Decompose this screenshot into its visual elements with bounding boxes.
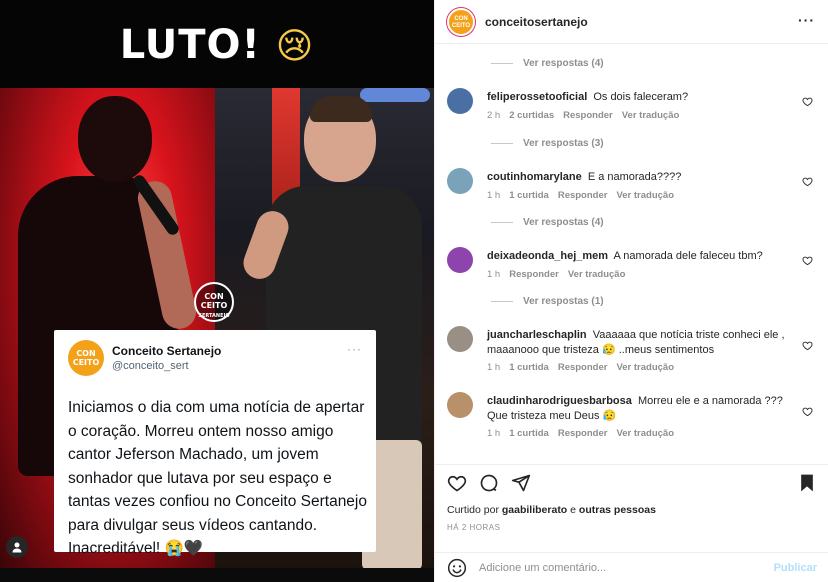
like-heart-icon[interactable]: [802, 406, 813, 417]
comment-username[interactable]: feliperossetooficial: [487, 91, 587, 103]
translate-button[interactable]: Ver tradução: [568, 269, 626, 280]
comment-content: feliperossetooficial Os dois faleceram?: [487, 90, 787, 105]
comment-text: E a namorada????: [587, 171, 682, 183]
headline: LUTO! 😢: [0, 22, 434, 68]
reply-button[interactable]: Responder: [558, 428, 608, 439]
publish-button[interactable]: Publicar: [774, 562, 817, 574]
comment-username[interactable]: claudinharodriguesbarbosa: [487, 395, 632, 407]
stage-light-blue: [360, 88, 430, 102]
tweet-text: Iniciamos o dia com uma notícia de apert…: [68, 399, 367, 557]
comment-meta: 1 h Responder Ver tradução: [487, 269, 634, 280]
commenter-avatar[interactable]: [447, 326, 473, 352]
like-heart-icon[interactable]: [802, 255, 813, 266]
crying-face-icon: 😢: [275, 26, 315, 67]
share-send-icon[interactable]: [511, 473, 531, 493]
tweet-card: CON CEITO Conceito Sertanejo @conceito_se…: [54, 330, 376, 557]
comment-content: juancharleschaplin Vaaaaaa que notícia t…: [487, 328, 787, 358]
view-replies-button[interactable]: Ver respostas (4): [491, 58, 604, 69]
comment-time: 1 h: [487, 190, 501, 201]
reply-button[interactable]: Responder: [563, 110, 613, 121]
comment-username[interactable]: juancharleschaplin: [487, 329, 587, 341]
tweet-avatar: CON CEITO: [68, 340, 104, 376]
liked-by-user[interactable]: gaabiliberato: [502, 504, 567, 516]
liked-by-others[interactable]: outras pessoas: [579, 504, 656, 516]
view-replies-button[interactable]: Ver respostas (3): [491, 138, 604, 149]
comment-input[interactable]: [479, 559, 759, 577]
view-replies-button[interactable]: Ver respostas (1): [491, 296, 604, 307]
view-replies-label: Ver respostas (4): [523, 217, 604, 228]
account-username[interactable]: conceitosertanejo: [485, 15, 588, 29]
post-actions: [435, 464, 828, 496]
comments-list[interactable]: Ver respostas (4) feliperossetooficial O…: [435, 44, 828, 464]
post-side-panel: CON CEITO conceitosertanejo ··· Ver respo…: [434, 0, 828, 582]
like-heart-icon[interactable]: [802, 176, 813, 187]
liked-by-mid: e: [570, 504, 576, 516]
like-heart-icon[interactable]: [447, 473, 467, 493]
comment-content: claudinharodriguesbarbosa Morreu ele e a…: [487, 394, 787, 424]
singer-right-hair: [310, 96, 372, 122]
commenter-avatar[interactable]: [447, 88, 473, 114]
bookmark-save-icon[interactable]: [797, 473, 817, 493]
comment-time: 1 h: [487, 362, 501, 373]
comment-time: 1 h: [487, 428, 501, 439]
commenter-avatar[interactable]: [447, 392, 473, 418]
view-replies-label: Ver respostas (1): [523, 296, 604, 307]
liked-by-prefix: Curtido por: [447, 504, 499, 516]
image-bottom-band: [0, 568, 434, 582]
view-replies-label: Ver respostas (3): [523, 138, 604, 149]
view-replies-button[interactable]: Ver respostas (4): [491, 217, 604, 228]
more-options-icon[interactable]: ···: [798, 12, 815, 28]
more-icon: ···: [347, 342, 362, 356]
translate-button[interactable]: Ver tradução: [622, 110, 680, 121]
post-header: CON CEITO conceitosertanejo ···: [435, 0, 828, 44]
comment-text: A namorada dele faleceu tbm?: [613, 250, 763, 262]
comment-likes[interactable]: 1 curtida: [509, 428, 549, 439]
commenter-avatar[interactable]: [447, 168, 473, 194]
commenter-avatar[interactable]: [447, 247, 473, 273]
tweet-author-handle: @conceito_sert: [112, 360, 189, 372]
comment-meta: 1 h 1 curtida Responder Ver tradução: [487, 190, 683, 201]
comment-likes[interactable]: 1 curtida: [509, 362, 549, 373]
comment-username[interactable]: deixadeonda_hej_mem: [487, 250, 608, 262]
comment-likes[interactable]: 2 curtidas: [509, 110, 554, 121]
comment-username[interactable]: coutinhomarylane: [487, 171, 582, 183]
translate-button[interactable]: Ver tradução: [616, 190, 674, 201]
reply-button[interactable]: Responder: [509, 269, 559, 280]
comment-content: deixadeonda_hej_mem A namorada dele fale…: [487, 249, 787, 264]
translate-button[interactable]: Ver tradução: [616, 428, 674, 439]
reply-button[interactable]: Responder: [558, 190, 608, 201]
like-heart-icon[interactable]: [802, 96, 813, 107]
emoji-icon[interactable]: [447, 558, 467, 578]
comment-meta: 1 h 1 curtida Responder Ver tradução: [487, 362, 683, 373]
comment-likes[interactable]: 1 curtida: [509, 190, 549, 201]
liked-by: Curtido por gaabiliberato e outras pesso…: [447, 504, 656, 516]
watermark-logo: CON CEITO SERTANEJO: [194, 282, 234, 322]
singer-left-head: [78, 96, 152, 182]
like-heart-icon[interactable]: [802, 340, 813, 351]
comment-content: coutinhomarylane E a namorada????: [487, 170, 787, 185]
translate-button[interactable]: Ver tradução: [616, 362, 674, 373]
user-tag-icon[interactable]: [6, 536, 28, 558]
comment-bubble-icon[interactable]: [479, 473, 499, 493]
reply-button[interactable]: Responder: [558, 362, 608, 373]
post-timestamp[interactable]: HÁ 2 HORAS: [447, 523, 500, 532]
view-replies-label: Ver respostas (4): [523, 58, 604, 69]
tweet-author-name: Conceito Sertanejo: [112, 344, 222, 358]
comment-text: Os dois faleceram?: [593, 91, 689, 103]
comment-time: 2 h: [487, 110, 501, 121]
comment-meta: 1 h 1 curtida Responder Ver tradução: [487, 428, 683, 439]
instagram-post-modal: LUTO! 😢 CON CEITO SERTANEJO CON CEITO Conce…: [0, 0, 828, 582]
add-comment-bar: Publicar: [435, 552, 828, 582]
headline-text: LUTO!: [119, 22, 261, 68]
account-avatar[interactable]: CON CEITO: [447, 8, 475, 36]
post-image[interactable]: LUTO! 😢 CON CEITO SERTANEJO CON CEITO Conce…: [0, 0, 434, 582]
comment-time: 1 h: [487, 269, 501, 280]
comment-meta: 2 h 2 curtidas Responder Ver tradução: [487, 110, 688, 121]
